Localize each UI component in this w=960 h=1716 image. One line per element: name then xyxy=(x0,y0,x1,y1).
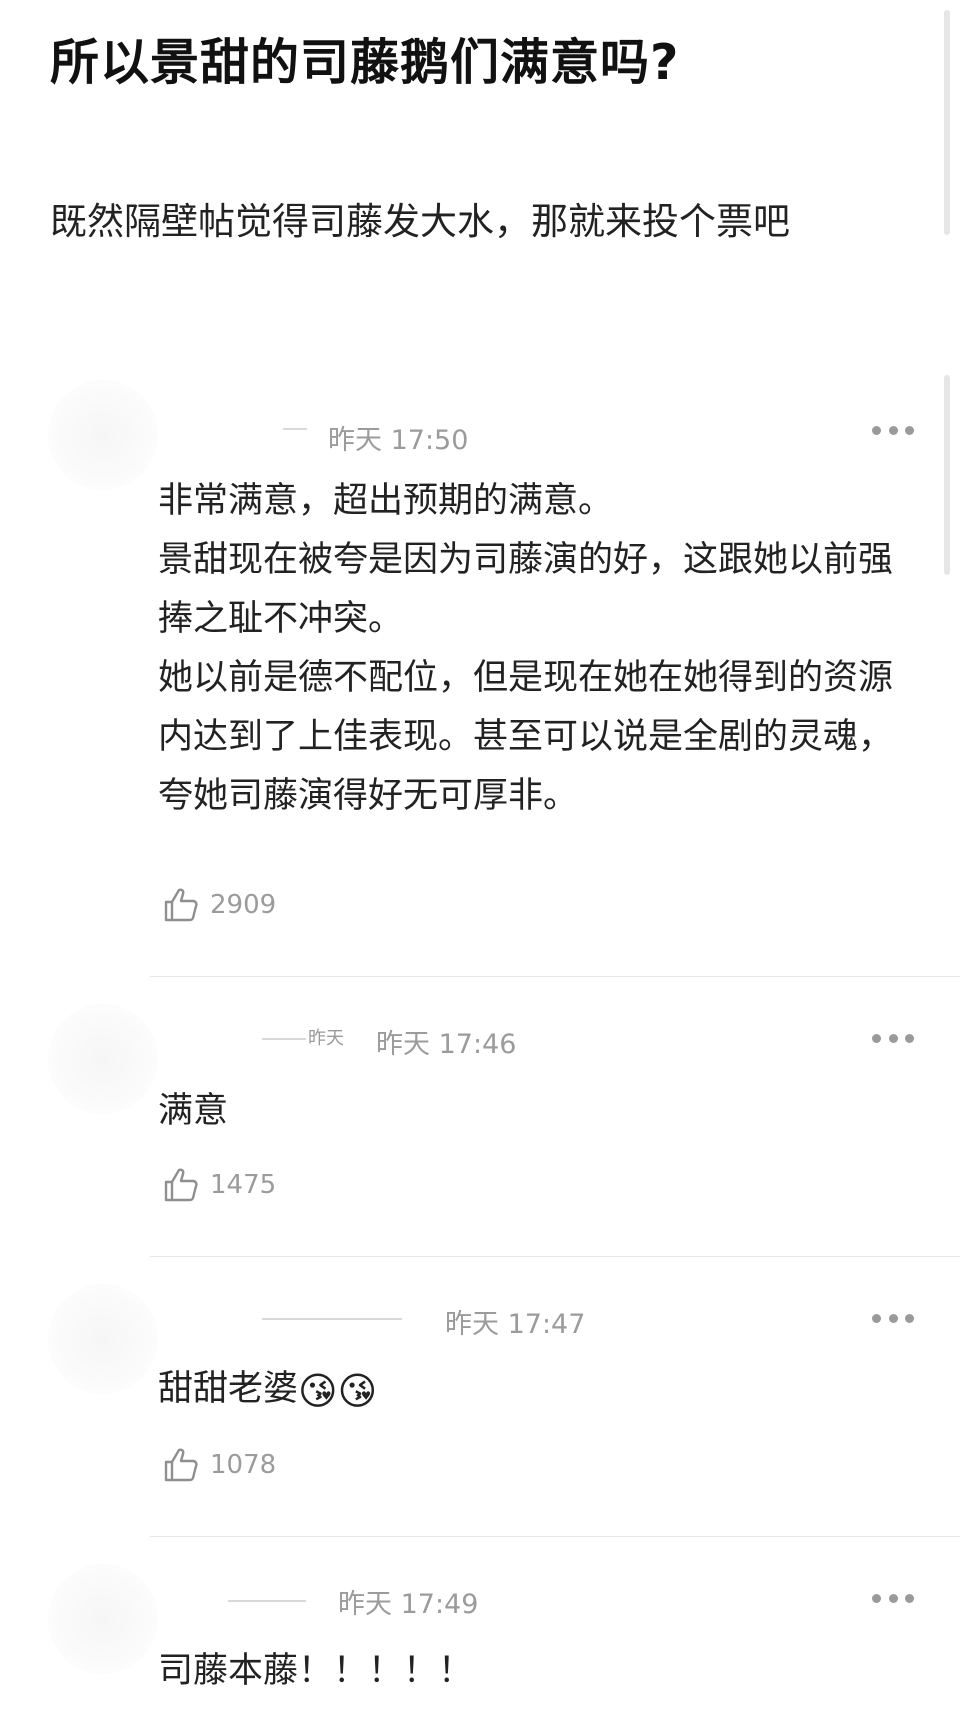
comment-item: 昨天 17:50 非常满意，超出预期的满意。 景甜现在被夸是因为司藤演的好，这跟… xyxy=(0,370,960,970)
comments-scrollbar[interactable] xyxy=(944,375,950,575)
post-title: 所以景甜的司藤鹅们满意吗? xyxy=(50,34,680,91)
comment-item: 昨天 昨天 17:46 满意 1475 xyxy=(0,1000,960,1250)
comment-item: 昨天 17:49 司藤本藤！！！！！ xyxy=(0,1560,960,1716)
comment-time: 昨天 17:46 xyxy=(376,1029,517,1060)
username-redacted xyxy=(283,428,307,430)
comment-text-content: 甜甜老婆 xyxy=(158,1369,299,1409)
comment-divider xyxy=(150,1256,960,1257)
thumbs-up-icon xyxy=(164,888,198,922)
avatar[interactable] xyxy=(48,1564,158,1674)
like-count: 1078 xyxy=(210,1450,277,1480)
more-dot-icon xyxy=(905,425,914,435)
avatar[interactable] xyxy=(48,1004,158,1114)
kiss-emoji-icon: 😘😘 xyxy=(298,1369,378,1413)
more-options-button[interactable] xyxy=(872,1032,914,1044)
comment-text: 司藤本藤！！！！！ xyxy=(158,1651,474,1691)
more-dot-icon xyxy=(888,1593,898,1603)
like-button[interactable]: 2909 xyxy=(160,884,276,926)
more-dot-icon xyxy=(872,425,881,435)
more-dot-icon xyxy=(872,1313,881,1323)
thumbs-up-icon xyxy=(164,1168,198,1202)
more-dot-icon xyxy=(872,1033,881,1043)
username-partial: 昨天 xyxy=(308,1028,344,1049)
more-options-button[interactable] xyxy=(872,1312,914,1324)
comment-text: 满意 xyxy=(158,1091,229,1131)
like-count: 1475 xyxy=(210,1170,277,1200)
comment-divider xyxy=(150,1536,960,1537)
more-dot-icon xyxy=(905,1033,914,1043)
like-button[interactable]: 1078 xyxy=(160,1444,276,1486)
comment-time: 昨天 17:49 xyxy=(338,1589,479,1620)
more-dot-icon xyxy=(888,1313,898,1323)
post-body: 既然隔壁帖觉得司藤发大水，那就来投个票吧 xyxy=(50,200,790,243)
more-options-button[interactable] xyxy=(872,1592,914,1604)
more-dot-icon xyxy=(905,1313,914,1323)
comment-item: 昨天 17:47 甜甜老婆😘😘 1078 xyxy=(0,1280,960,1530)
comment-text: 甜甜老婆😘😘 xyxy=(158,1360,918,1419)
more-options-button[interactable] xyxy=(872,424,914,436)
username-redacted xyxy=(262,1318,402,1320)
like-button[interactable]: 1475 xyxy=(160,1164,276,1206)
more-dot-icon xyxy=(872,1593,881,1603)
username-redacted xyxy=(262,1038,306,1040)
avatar[interactable] xyxy=(48,380,158,490)
comment-time: 昨天 17:50 xyxy=(328,425,469,456)
comment-divider xyxy=(150,976,960,977)
more-dot-icon xyxy=(888,1033,898,1043)
thumbs-up-icon xyxy=(164,1448,198,1482)
more-dot-icon xyxy=(905,1593,914,1603)
comment-time: 昨天 17:47 xyxy=(445,1309,586,1340)
comment-text: 非常满意，超出预期的满意。 景甜现在被夸是因为司藤演的好，这跟她以前强捧之耻不冲… xyxy=(158,481,894,816)
more-dot-icon xyxy=(888,425,898,435)
post-scrollbar xyxy=(944,10,950,235)
username-redacted xyxy=(228,1600,306,1602)
avatar[interactable] xyxy=(48,1284,158,1394)
like-count: 2909 xyxy=(210,890,277,920)
